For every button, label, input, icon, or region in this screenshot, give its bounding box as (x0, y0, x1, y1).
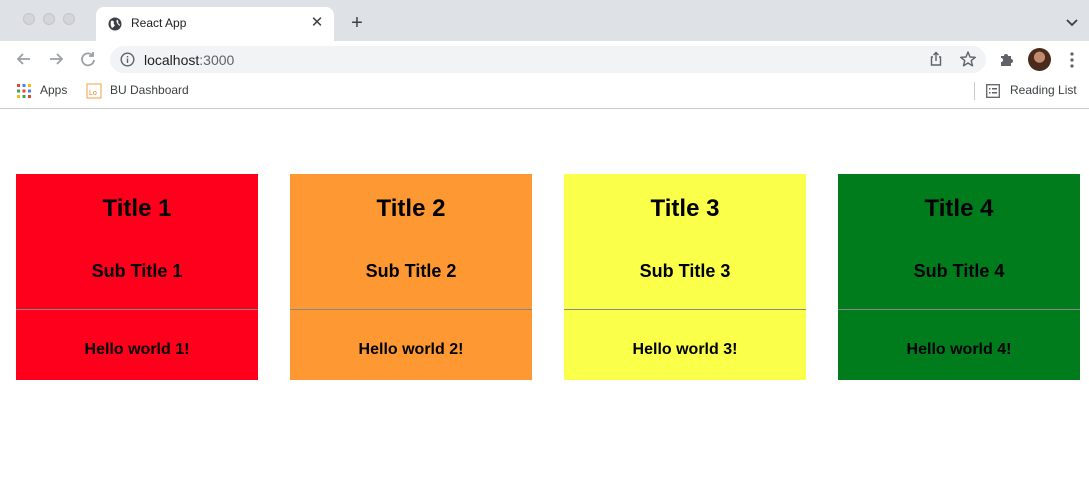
card-1: Title 1 Sub Title 1 Hello world 1! (16, 174, 258, 380)
svg-text:Lo: Lo (89, 90, 97, 97)
browser-tab-active[interactable]: React App ✕ (96, 7, 334, 41)
browser-toolbar: localhost:3000 (0, 41, 1089, 77)
globe-icon (108, 17, 122, 31)
card-subtitle: Sub Title 2 (365, 261, 457, 281)
url-text: localhost:3000 (144, 52, 234, 68)
info-icon[interactable] (120, 52, 135, 67)
card-3: Title 3 Sub Title 3 Hello world 3! (564, 174, 806, 380)
card-title: Title 2 (376, 195, 446, 222)
close-window-button[interactable] (23, 13, 35, 25)
bu-dashboard-favicon-icon[interactable]: Lo (86, 83, 102, 99)
card-subtitle: Sub Title 4 (913, 261, 1005, 281)
card-divider (564, 309, 806, 310)
apps-grid-icon[interactable] (17, 84, 31, 98)
card-body-text: Hello world 3! (632, 341, 738, 358)
share-icon[interactable] (928, 51, 944, 67)
tab-title: React App (131, 16, 187, 30)
new-tab-button[interactable]: + (346, 12, 368, 34)
bookmarks-divider (974, 82, 975, 100)
kebab-menu-icon[interactable] (1066, 51, 1078, 69)
bookmark-star-icon[interactable] (959, 50, 977, 68)
reading-list-button[interactable]: Reading List (1010, 83, 1077, 97)
reload-icon[interactable] (77, 48, 99, 70)
card-divider (290, 309, 532, 310)
back-arrow-icon[interactable] (13, 48, 35, 70)
card-subtitle: Sub Title 3 (639, 261, 731, 281)
url-host: localhost (144, 52, 200, 68)
bookmark-apps[interactable]: Apps (40, 83, 67, 97)
forward-arrow-icon[interactable] (45, 48, 67, 70)
card-body-text: Hello world 1! (84, 341, 190, 358)
maximize-window-button[interactable] (63, 13, 75, 25)
card-divider (838, 309, 1080, 310)
address-bar[interactable]: localhost:3000 (110, 46, 986, 73)
bookmarks-bar: Apps Lo BU Dashboard Reading List (0, 77, 1089, 109)
card-title: Title 3 (650, 195, 720, 222)
card-body-text: Hello world 2! (358, 341, 464, 358)
reading-list-icon[interactable] (986, 84, 1000, 98)
card-title: Title 4 (924, 195, 994, 222)
url-port: :3000 (199, 52, 235, 68)
tab-close-icon[interactable]: ✕ (308, 14, 326, 32)
chevron-down-icon[interactable] (1062, 12, 1082, 32)
card-title: Title 1 (102, 195, 172, 222)
minimize-window-button[interactable] (43, 13, 55, 25)
card-subtitle: Sub Title 1 (91, 261, 183, 281)
tab-strip: React App ✕ + (0, 0, 1089, 41)
card-4: Title 4 Sub Title 4 Hello world 4! (838, 174, 1080, 380)
bookmark-bu-dashboard[interactable]: BU Dashboard (110, 83, 189, 97)
card-body-text: Hello world 4! (906, 341, 1012, 358)
puzzle-extensions-icon[interactable] (998, 50, 1016, 68)
card-2: Title 2 Sub Title 2 Hello world 2! (290, 174, 532, 380)
avatar[interactable] (1028, 48, 1051, 71)
card-divider (16, 309, 258, 310)
